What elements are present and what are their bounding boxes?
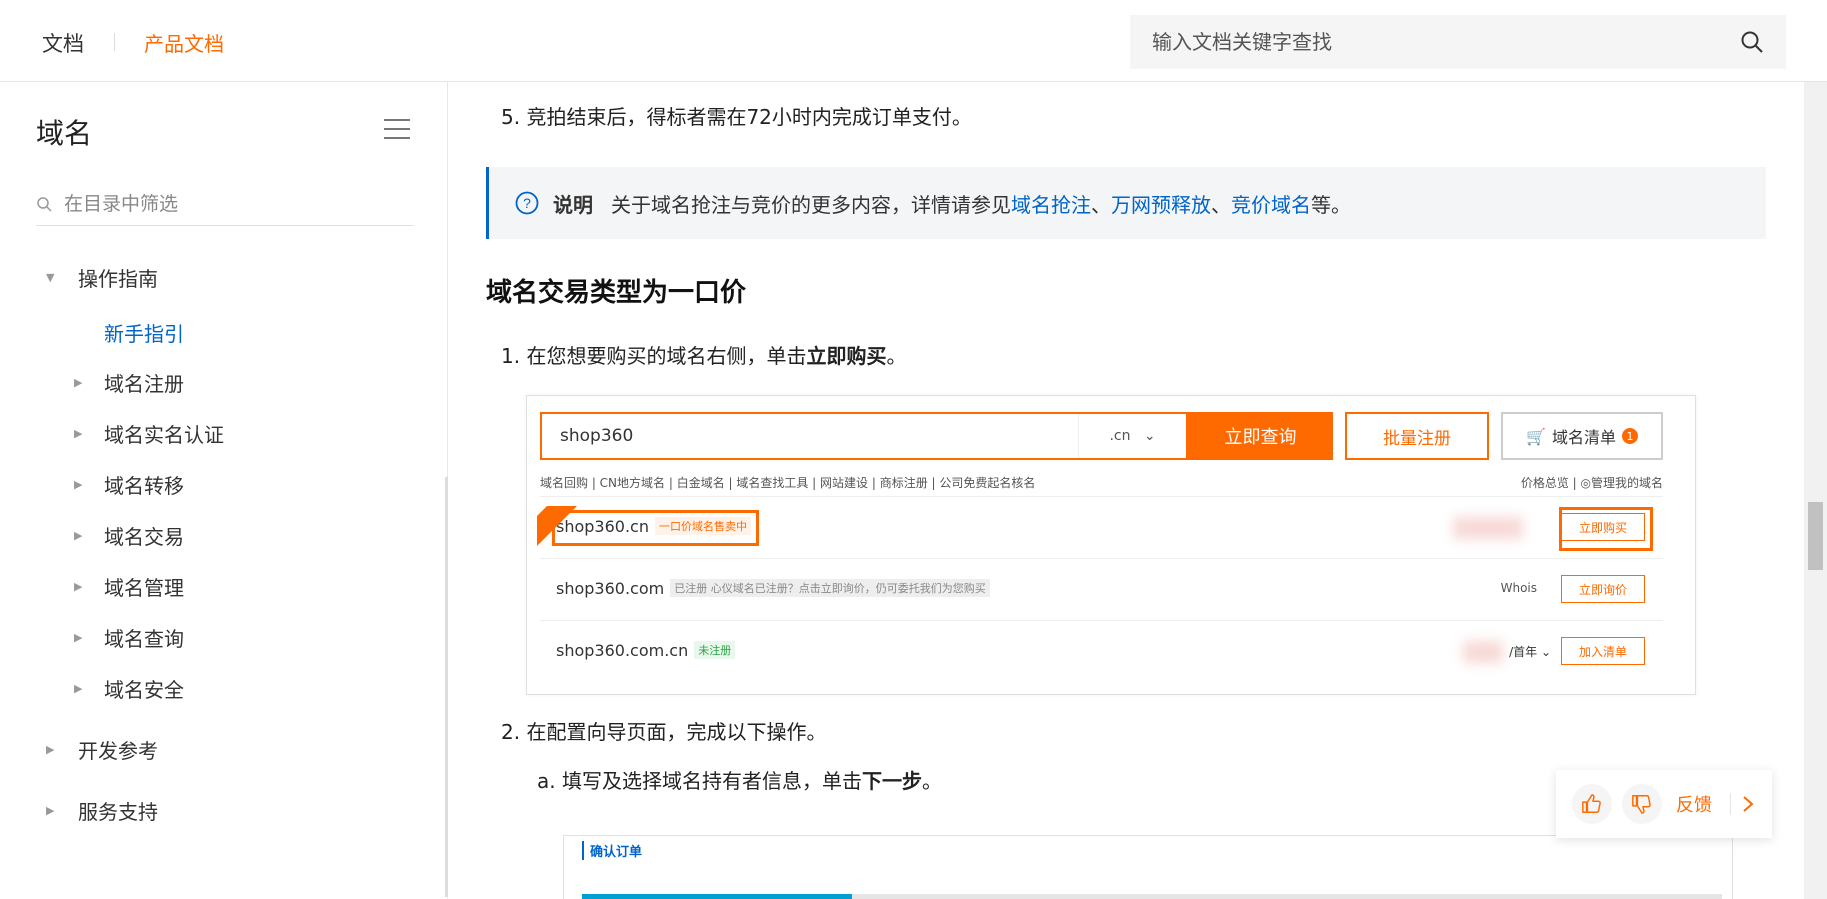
thumbs-down-icon (1632, 795, 1651, 814)
sidebar-title: 域名 (36, 117, 93, 150)
caret-right-icon: ▶ (46, 743, 55, 756)
note-label: 说明 (553, 192, 593, 217)
help-icon: ? (515, 191, 539, 215)
note-box: ? 说明 关于域名抢注与竞价的更多内容，详情请参见 域名抢注、万网预释放、竞价域名… (486, 167, 1766, 239)
step-2a-text: a. 填写及选择域名持有者信息，单击下一步。 (537, 769, 942, 793)
thumbs-up-icon (1582, 794, 1601, 813)
note-sep: 、 (1211, 192, 1231, 217)
sidebar-section-guide[interactable]: ▼ 操作指南 (46, 263, 158, 292)
caret-right-icon: ▶ (74, 529, 83, 542)
sidebar-item-register[interactable]: ▶ 域名注册 (74, 368, 184, 397)
tld-select: .cn ⌄ (1078, 414, 1186, 458)
catalog-filter[interactable] (36, 182, 414, 226)
sidebar-scrollbar[interactable] (445, 477, 448, 897)
caret-down-icon: ▼ (46, 271, 55, 284)
caret-right-icon: ▶ (46, 804, 55, 817)
chevron-right-icon[interactable] (1741, 794, 1755, 814)
page-scrollbar[interactable] (1804, 82, 1827, 899)
add-to-list-button: 加入清单 (1561, 637, 1645, 665)
sidebar-item-security[interactable]: ▶ 域名安全 (74, 674, 184, 703)
product-docs-link[interactable]: 产品文档 (144, 28, 224, 57)
feedback-divider (1730, 793, 1731, 815)
menu-icon[interactable] (384, 118, 410, 140)
sidebar-item-manage[interactable]: ▶ 域名管理 (74, 572, 184, 601)
result-row: shop360.com.cn 未注册 /首年 ⌄ 加入清单 (540, 620, 1663, 682)
catalog-filter-input[interactable] (64, 192, 414, 215)
highlight-domain (552, 510, 759, 546)
caret-right-icon: ▶ (74, 427, 83, 440)
order-confirm-title: 确认订单 (582, 841, 642, 860)
filter-search-icon (37, 196, 52, 212)
sidebar-item-transfer[interactable]: ▶ 域名转移 (74, 470, 184, 499)
caret-right-icon: ▶ (74, 376, 83, 389)
sidebar-item-quickstart[interactable]: 新手指引 (104, 318, 184, 347)
note-text: 关于域名抢注与竞价的更多内容，详情请参见 (611, 192, 1011, 217)
domain-list-button: 🛒 域名清单 1 (1501, 412, 1663, 460)
note-sep: 、 (1091, 192, 1111, 217)
scrollbar-thumb[interactable] (1808, 502, 1823, 570)
batch-register-button: 批量注册 (1345, 412, 1489, 460)
note-suffix: 等。 (1311, 192, 1351, 217)
domain-search-field: shop360 .cn ⌄ (540, 412, 1188, 460)
sidebar: 域名 ▼ 操作指南 新手指引 ▶ 域名注册 ▶ 域名实名认证 ▶ 域名转移 ▶ … (0, 82, 448, 899)
thumbs-down-button[interactable] (1622, 784, 1662, 824)
header-divider (114, 33, 115, 51)
sidebar-section-dev[interactable]: ▶ 开发参考 (46, 735, 158, 764)
step-2-text: 2. 在配置向导页面，完成以下操作。 (501, 720, 827, 744)
highlight-buy-button (1559, 507, 1653, 551)
cart-badge: 1 (1621, 428, 1638, 444)
user-icon: ◎ (1580, 476, 1591, 490)
domain-search-screenshot: shop360 .cn ⌄ 立即查询 批量注册 🛒 域名清单 1 域名回购 | … (526, 395, 1696, 695)
result-row: shop360.com 已注册 心仪域名已注册？点击立即询价，仍可委托我们为您购买… (540, 558, 1663, 620)
inquire-button: 立即询价 (1561, 575, 1645, 603)
order-confirm-screenshot: 确认订单 (563, 835, 1733, 899)
sidebar-item-realname[interactable]: ▶ 域名实名认证 (74, 419, 224, 448)
thumbs-up-button[interactable] (1572, 784, 1612, 824)
sidebar-section-support[interactable]: ▶ 服务支持 (46, 796, 158, 825)
doc-search-box[interactable] (1130, 15, 1786, 69)
link-domain-snatch[interactable]: 域名抢注 (1011, 189, 1091, 218)
sidebar-item-query[interactable]: ▶ 域名查询 (74, 623, 184, 652)
feedback-widget: 反馈 (1556, 770, 1772, 838)
step-5-text: 5. 竞拍结束后，得标者需在72小时内完成订单支付。 (501, 105, 972, 129)
link-auction-domain[interactable]: 竞价域名 (1231, 189, 1311, 218)
link-pre-release[interactable]: 万网预释放 (1111, 189, 1211, 218)
top-header: 文档 产品文档 (0, 0, 1827, 82)
caret-right-icon: ▶ (74, 631, 83, 644)
quick-links: 域名回购 | CN地方域名 | 白金域名 | 域名查找工具 | 网站建设 | 商… (540, 476, 1036, 490)
step-1-text: 1. 在您想要购买的域名右侧，单击立即购买。 (501, 344, 907, 368)
search-input[interactable] (1152, 30, 1740, 54)
docs-home-link[interactable]: 文档 (42, 28, 84, 58)
section-heading: 域名交易类型为一口价 (486, 278, 747, 308)
wizard-progress (582, 894, 1722, 899)
query-button: 立即查询 (1188, 412, 1333, 460)
search-icon[interactable] (1740, 30, 1764, 54)
cart-icon: 🛒 (1526, 426, 1546, 446)
feedback-label[interactable]: 反馈 (1676, 791, 1712, 817)
sidebar-item-trade[interactable]: ▶ 域名交易 (74, 521, 184, 550)
caret-right-icon: ▶ (74, 478, 83, 491)
caret-right-icon: ▶ (74, 682, 83, 695)
right-links: 价格总览 | ◎管理我的域名 (1520, 476, 1663, 490)
svg-text:?: ? (523, 195, 531, 211)
caret-right-icon: ▶ (74, 580, 83, 593)
